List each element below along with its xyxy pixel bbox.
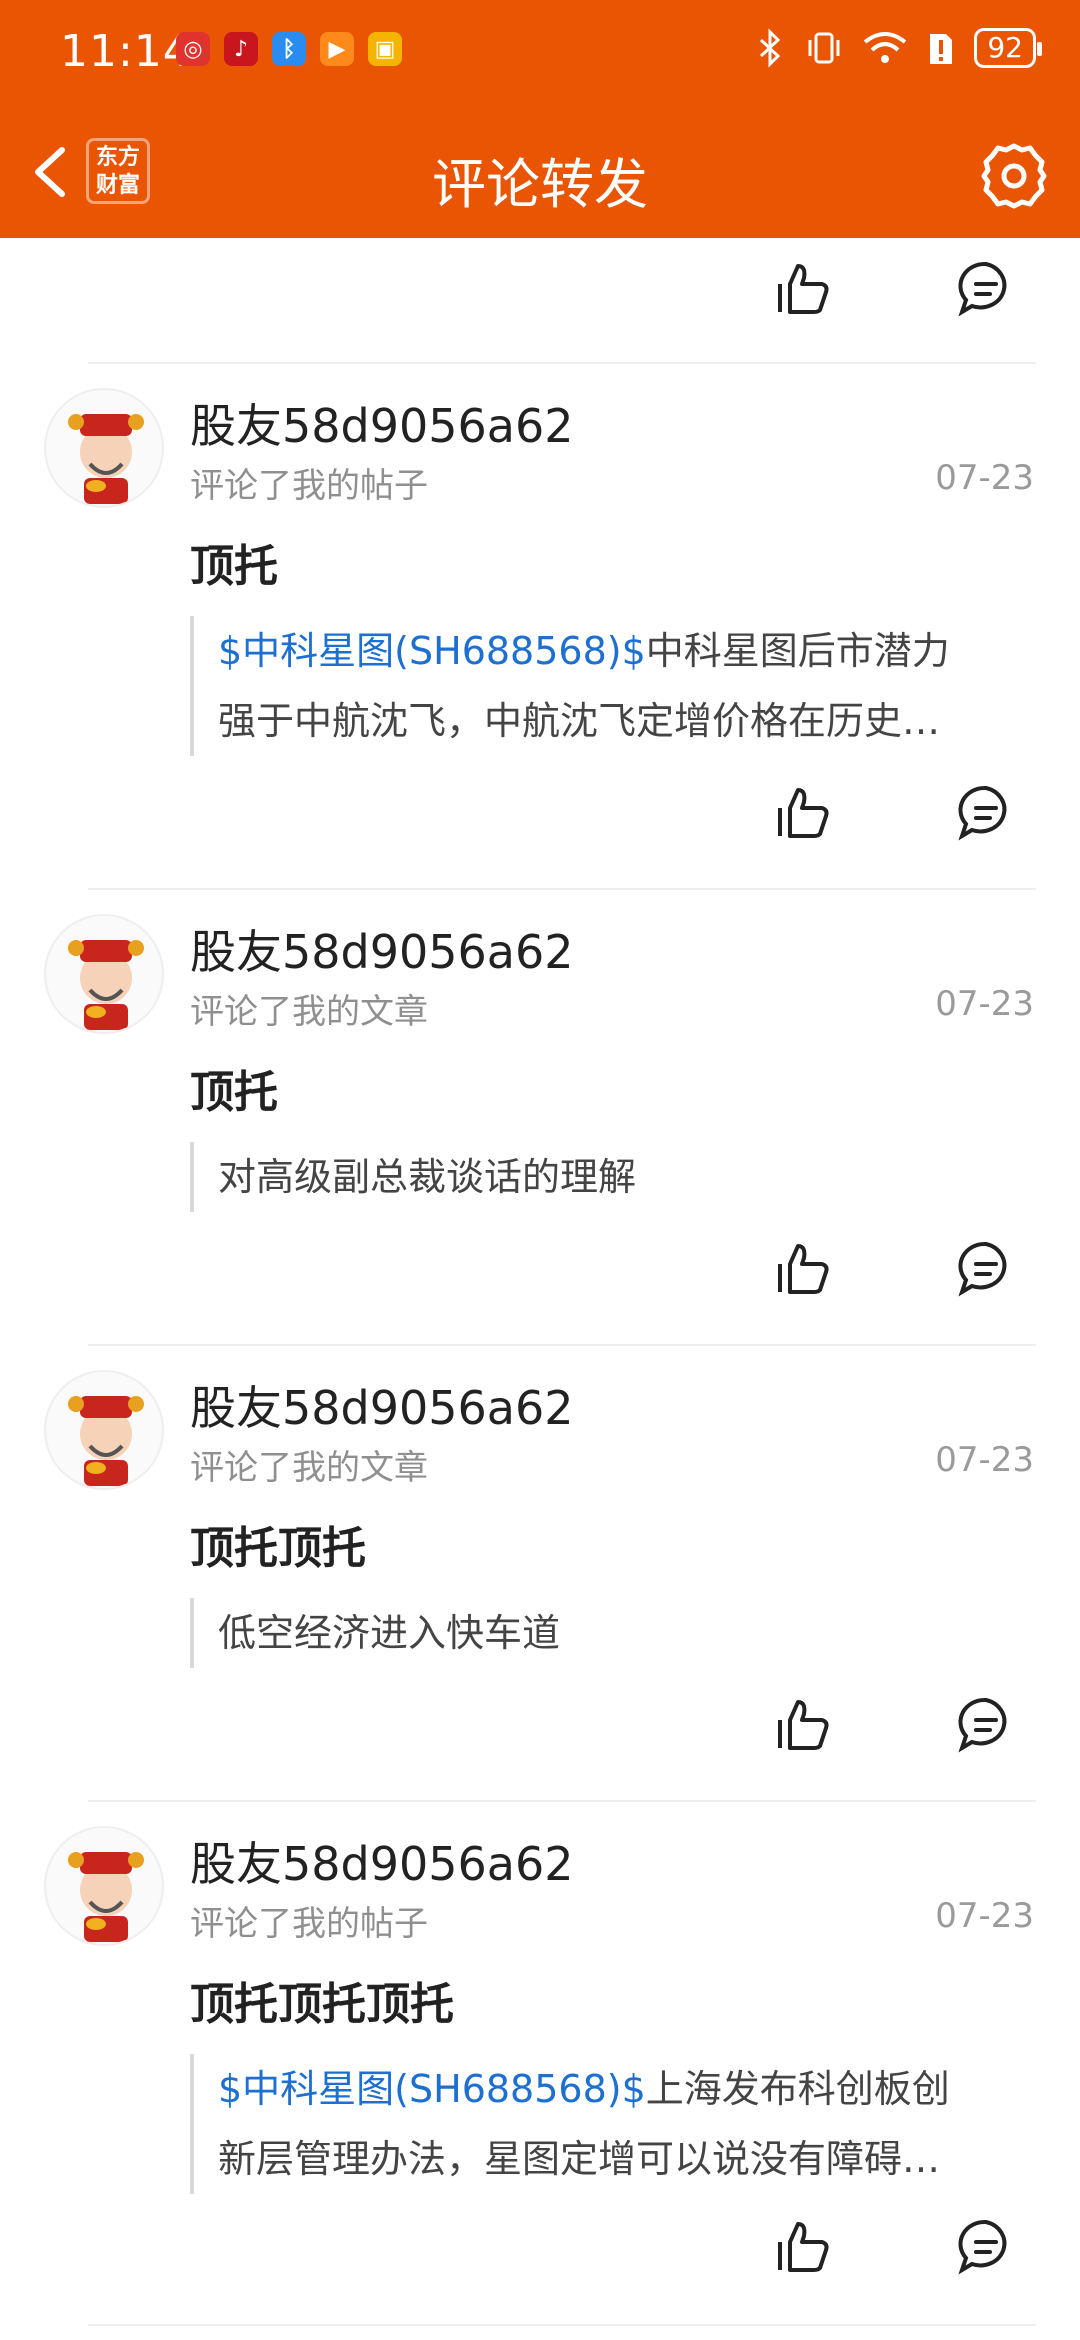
divider	[88, 1344, 1036, 1346]
vibrate-icon	[808, 32, 840, 64]
divider	[88, 2324, 1036, 2326]
avatar[interactable]	[44, 1370, 164, 1490]
like-icon[interactable]	[772, 2216, 832, 2276]
avatar[interactable]	[44, 388, 164, 508]
like-icon[interactable]	[772, 782, 832, 842]
battery-indicator: 92	[974, 28, 1042, 68]
comment-text: 顶托	[190, 1067, 278, 1118]
fortune-god-avatar-icon	[68, 414, 144, 504]
status-bar: 11:14 ◎ ♪ ᛒ ▶ ▣ 92	[0, 0, 1080, 100]
system-icons: 92	[756, 28, 1042, 68]
action-text: 评论了我的帖子	[190, 466, 428, 506]
like-icon[interactable]	[772, 1694, 832, 1754]
bluetooth-icon	[760, 28, 781, 68]
divider	[88, 1800, 1036, 1802]
avatar[interactable]	[44, 914, 164, 1034]
comment-text: 顶托顶托顶托	[190, 1979, 454, 2030]
alert-sim-icon	[930, 34, 953, 64]
reply-icon[interactable]	[956, 1694, 1016, 1754]
like-icon[interactable]	[772, 1238, 832, 1298]
quoted-article[interactable]: 低空经济进入快车道	[190, 1598, 1030, 1668]
video-notification-icon: ▶	[320, 32, 354, 66]
username[interactable]: 股友58d9056a62	[190, 390, 574, 456]
quoted-post[interactable]: $中科星图(SH688568)$上海发布科创板创 新层管理办法，星图定增可以说没…	[190, 2054, 1030, 2194]
action-text: 评论了我的文章	[190, 1448, 428, 1488]
stock-link[interactable]: $中科星图(SH688568)$	[218, 629, 646, 673]
notification-icons: ◎ ♪ ᛒ ▶ ▣	[176, 32, 402, 66]
reply-icon[interactable]	[956, 2216, 1016, 2276]
comment-text: 顶托顶托	[190, 1523, 366, 1574]
fortune-god-avatar-icon	[68, 940, 144, 1030]
quote-line: 新层管理办法，星图定增可以说没有障碍…	[218, 2137, 941, 2181]
quote-text: 上海发布科创板创	[645, 2067, 950, 2111]
paint-notification-icon: ▣	[368, 32, 402, 66]
date-text: 07-23	[935, 1440, 1034, 1480]
quote-text: 对高级副总裁谈话的理解	[218, 1155, 637, 1199]
stock-link[interactable]: $中科星图(SH688568)$	[218, 2067, 646, 2111]
app-header: 11:14 ◎ ♪ ᛒ ▶ ▣ 92 东方 财富 评论转发	[0, 0, 1080, 238]
date-text: 07-23	[935, 1896, 1034, 1936]
action-text: 评论了我的帖子	[190, 1904, 428, 1944]
nav-bar: 东方 财富 评论转发	[0, 120, 1080, 230]
quote-line: $中科星图(SH688568)$上海发布科创板创	[218, 2054, 1030, 2124]
quote-text: 低空经济进入快车道	[218, 1611, 561, 1655]
quoted-article[interactable]: 对高级副总裁谈话的理解	[190, 1142, 1030, 1212]
like-icon[interactable]	[772, 258, 832, 318]
fortune-god-avatar-icon	[68, 1852, 144, 1942]
divider	[88, 888, 1036, 890]
action-text: 评论了我的文章	[190, 992, 428, 1032]
quote-line: $中科星图(SH688568)$中科星图后市潜力	[218, 616, 1030, 686]
avatar[interactable]	[44, 1826, 164, 1946]
username[interactable]: 股友58d9056a62	[190, 1828, 574, 1894]
page-title: 评论转发	[432, 153, 648, 216]
quote-text: 中科星图后市潜力	[645, 629, 950, 673]
music-notification-icon: ♪	[224, 32, 258, 66]
status-time: 11:14	[60, 26, 192, 77]
wifi-icon	[864, 32, 907, 63]
username[interactable]: 股友58d9056a62	[190, 916, 574, 982]
date-text: 07-23	[935, 984, 1034, 1024]
reply-icon[interactable]	[956, 258, 1016, 318]
quote-line: 强于中航沈飞，中航沈飞定增价格在历史…	[218, 699, 941, 743]
app-notification-icon: ◎	[176, 32, 210, 66]
date-text: 07-23	[935, 458, 1034, 498]
divider	[88, 362, 1036, 364]
settings-gear-icon[interactable]	[978, 140, 1050, 212]
reply-icon[interactable]	[956, 1238, 1016, 1298]
quoted-post[interactable]: $中科星图(SH688568)$中科星图后市潜力 强于中航沈飞，中航沈飞定增价格…	[190, 616, 1030, 756]
reply-icon[interactable]	[956, 782, 1016, 842]
fortune-god-avatar-icon	[68, 1396, 144, 1486]
comment-text: 顶托	[190, 541, 278, 592]
username[interactable]: 股友58d9056a62	[190, 1372, 574, 1438]
bluetooth-notification-icon: ᛒ	[272, 32, 306, 66]
